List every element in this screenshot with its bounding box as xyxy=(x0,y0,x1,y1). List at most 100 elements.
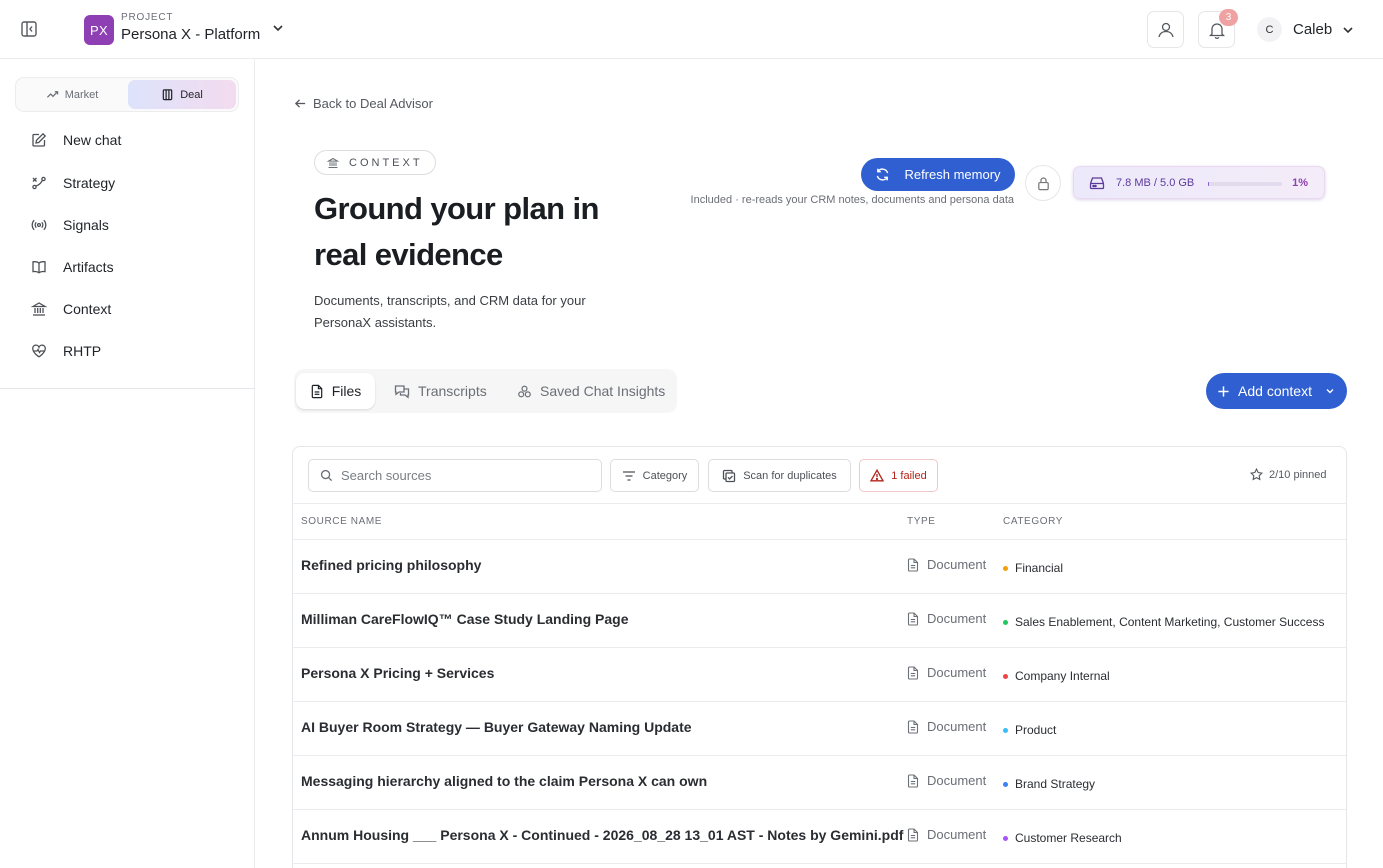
table-row[interactable]: Persona X Pricing + Services Document Co… xyxy=(293,648,1346,702)
table-row[interactable]: Messaging hierarchy aligned to the claim… xyxy=(293,756,1346,810)
storage-usage[interactable]: 7.8 MB / 5.0 GB 1% xyxy=(1073,166,1325,199)
chevron-down-icon[interactable] xyxy=(1340,22,1356,38)
source-category-label: Product xyxy=(1015,723,1057,737)
pinned-count[interactable]: 2/10 pinned xyxy=(1250,468,1327,481)
source-category: Sales Enablement, Content Marketing, Cus… xyxy=(1003,615,1324,629)
source-name[interactable]: Messaging hierarchy aligned to the claim… xyxy=(301,773,707,789)
search-input[interactable] xyxy=(341,468,591,483)
column-header-source-name[interactable]: SOURCE NAME xyxy=(301,516,382,527)
category-filter-label: Category xyxy=(642,469,688,482)
project-avatar[interactable]: PX xyxy=(84,15,114,45)
file-icon xyxy=(310,384,324,399)
signal-icon xyxy=(31,217,47,233)
tab-saved-chat-insights[interactable]: Saved Chat Insights xyxy=(517,373,665,409)
storage-text: 7.8 MB / 5.0 GB xyxy=(1116,177,1195,189)
sidebar-item-context[interactable]: Context xyxy=(18,293,238,325)
sidebar-item-label: Strategy xyxy=(63,175,116,191)
scan-duplicates-button[interactable]: Scan for duplicates xyxy=(708,459,851,492)
mode-market-button[interactable]: Market xyxy=(18,80,126,109)
source-type: Document xyxy=(907,611,986,626)
category-dot xyxy=(1003,565,1008,571)
project-name[interactable]: Persona X - Platform xyxy=(121,26,260,43)
sidebar-item-label: New chat xyxy=(63,132,122,148)
source-type-label: Document xyxy=(927,773,987,788)
refresh-memory-button[interactable]: Refresh memory xyxy=(861,158,1015,191)
sidebar-item-label: Artifacts xyxy=(63,259,114,275)
chat-bubbles-icon xyxy=(394,384,410,399)
failed-filter-button[interactable]: 1 failed xyxy=(859,459,938,492)
source-type: Document xyxy=(907,719,986,734)
source-name[interactable]: AI Buyer Room Strategy — Buyer Gateway N… xyxy=(301,719,692,735)
column-header-category[interactable]: CATEGORY xyxy=(1003,516,1063,527)
source-type-label: Document xyxy=(927,665,987,680)
storage-progress-fill xyxy=(1208,182,1210,186)
section-pill-label: CONTEXT xyxy=(349,156,423,169)
bank-icon xyxy=(31,301,47,317)
table-row[interactable]: AI Buyer Room Strategy — Buyer Gateway N… xyxy=(293,702,1346,756)
source-type-label: Document xyxy=(927,557,987,572)
refresh-note: Included · re-reads your CRM notes, docu… xyxy=(690,194,1014,206)
source-type: Document xyxy=(907,773,986,788)
mode-market-label: Market xyxy=(64,88,99,101)
chevron-down-icon xyxy=(1324,385,1336,397)
top-bar: PX PROJECT Persona X - Platform 3 C Cale… xyxy=(0,0,1383,59)
add-context-label: Add context xyxy=(1238,383,1312,399)
project-kicker: PROJECT xyxy=(121,12,174,23)
source-type: Document xyxy=(907,827,986,842)
category-dot xyxy=(1003,673,1008,679)
mode-deal-button[interactable]: Deal xyxy=(128,80,236,109)
search-field[interactable] xyxy=(308,459,602,492)
add-context-button[interactable]: Add context xyxy=(1206,373,1347,409)
sidebar-item-new-chat[interactable]: New chat xyxy=(18,124,238,156)
sidebar-item-signals[interactable]: Signals xyxy=(18,209,238,241)
sidebar-item-label: Context xyxy=(63,301,112,317)
user-name[interactable]: Caleb xyxy=(1293,21,1332,38)
document-icon xyxy=(907,827,919,842)
back-link[interactable]: Back to Deal Advisor xyxy=(294,96,433,111)
lock-icon[interactable] xyxy=(1025,165,1061,201)
arrow-left-icon xyxy=(294,97,307,110)
source-name[interactable]: Refined pricing philosophy xyxy=(301,557,481,573)
chevron-down-icon[interactable] xyxy=(270,20,286,36)
column-header-type[interactable]: TYPE xyxy=(907,516,936,527)
document-icon xyxy=(907,557,919,572)
user-icon[interactable] xyxy=(1147,11,1184,48)
sidebar-toggle-icon[interactable] xyxy=(18,18,40,40)
table-row[interactable]: Milliman CareFlowIQ™ Case Study Landing … xyxy=(293,594,1346,648)
source-name[interactable]: Persona X Pricing + Services xyxy=(301,665,494,681)
tab-label: Files xyxy=(331,383,362,399)
source-category: Financial xyxy=(1003,561,1063,575)
source-type: Document xyxy=(907,557,986,572)
sidebar-item-rhtp[interactable]: RHTP xyxy=(18,335,238,367)
source-category-label: Company Internal xyxy=(1015,669,1110,683)
avatar[interactable]: C xyxy=(1257,17,1282,42)
filter-icon xyxy=(622,470,636,482)
category-dot xyxy=(1003,727,1008,733)
sources-table-card: Category Scan for duplicates 1 failed 2/… xyxy=(292,446,1347,868)
source-category-label: Sales Enablement, Content Marketing, Cus… xyxy=(1015,615,1325,629)
edit-icon xyxy=(31,132,47,148)
tab-files[interactable]: Files xyxy=(296,373,375,409)
source-type-label: Document xyxy=(927,611,987,626)
table-row[interactable]: Refined pricing philosophy Document Fina… xyxy=(293,540,1346,594)
page-title: Ground your plan in real evidence xyxy=(314,191,599,272)
source-type-label: Document xyxy=(927,719,987,734)
hard-drive-icon xyxy=(1089,176,1105,190)
category-filter-button[interactable]: Category xyxy=(610,459,699,492)
table-row[interactable]: Annum Housing ___ Persona X - Continued … xyxy=(293,810,1346,864)
source-name[interactable]: Milliman CareFlowIQ™ Case Study Landing … xyxy=(301,611,629,627)
building-icon xyxy=(161,88,174,101)
source-type: Document xyxy=(907,665,986,680)
sidebar-item-strategy[interactable]: Strategy xyxy=(18,167,238,199)
mode-toggle: Market Deal xyxy=(15,77,239,112)
trending-up-icon xyxy=(46,88,59,101)
strategy-icon xyxy=(31,175,47,191)
search-icon xyxy=(320,469,333,482)
table-header: SOURCE NAME TYPE CATEGORY xyxy=(293,503,1346,540)
copy-check-icon xyxy=(722,469,736,483)
tab-transcripts[interactable]: Transcripts xyxy=(394,373,487,409)
scan-duplicates-label: Scan for duplicates xyxy=(743,469,837,482)
source-name[interactable]: Annum Housing ___ Persona X - Continued … xyxy=(301,827,903,843)
sidebar-item-artifacts[interactable]: Artifacts xyxy=(18,251,238,283)
pinned-label: 2/10 pinned xyxy=(1269,468,1327,481)
